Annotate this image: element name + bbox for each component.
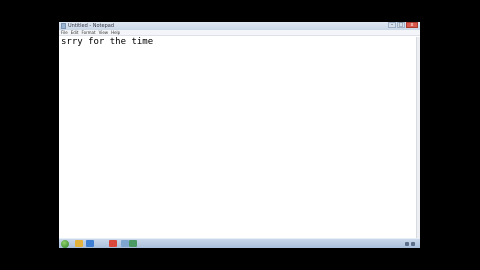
menu-bar: File Edit Format View Help bbox=[59, 30, 420, 36]
menu-view[interactable]: View bbox=[99, 30, 109, 35]
window-title: Untitled - Notepad bbox=[68, 23, 115, 29]
editor-content[interactable]: srry for the time bbox=[61, 37, 414, 47]
maximize-button[interactable]: □ bbox=[397, 22, 405, 28]
start-button[interactable] bbox=[61, 240, 69, 248]
close-button[interactable]: x bbox=[406, 22, 418, 28]
menu-file[interactable]: File bbox=[61, 30, 68, 35]
menu-edit[interactable]: Edit bbox=[71, 30, 79, 35]
vertical-scrollbar[interactable] bbox=[416, 37, 420, 238]
volume-icon[interactable] bbox=[411, 242, 415, 246]
desktop-screen: Untitled - Notepad – □ x File Edit Forma… bbox=[59, 22, 420, 248]
paint-icon[interactable] bbox=[129, 240, 137, 247]
system-tray bbox=[405, 240, 417, 248]
network-icon[interactable] bbox=[405, 242, 409, 246]
taskbar bbox=[59, 238, 420, 248]
media-player-icon[interactable] bbox=[86, 240, 94, 247]
chrome-icon[interactable] bbox=[109, 240, 117, 247]
notepad-icon[interactable] bbox=[121, 240, 129, 247]
menu-format[interactable]: Format bbox=[81, 30, 95, 35]
explorer-icon[interactable] bbox=[75, 240, 83, 247]
text-editor[interactable]: srry for the time bbox=[59, 37, 416, 238]
window-titlebar[interactable]: Untitled - Notepad – □ x bbox=[59, 22, 420, 30]
caption-buttons: – □ x bbox=[388, 22, 418, 29]
menu-help[interactable]: Help bbox=[111, 30, 120, 35]
notepad-icon bbox=[61, 23, 66, 29]
minimize-button[interactable]: – bbox=[388, 22, 396, 28]
